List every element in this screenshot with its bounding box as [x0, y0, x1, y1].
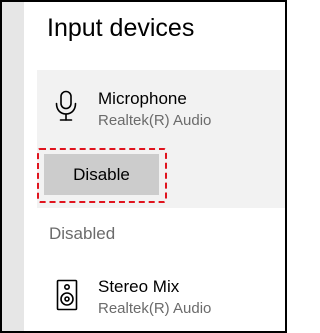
- navigation-strip: [2, 2, 24, 331]
- device-driver: Realtek(R) Audio: [98, 300, 212, 317]
- disable-button[interactable]: Disable: [44, 154, 159, 195]
- device-name: Stereo Mix: [98, 277, 180, 296]
- stereo-mix-device-row[interactable]: Stereo Mix Realtek(R) Audio: [37, 262, 285, 328]
- device-driver: Realtek(R) Audio: [98, 112, 212, 129]
- microphone-device-row[interactable]: Microphone Realtek(R) Audio: [37, 70, 285, 136]
- speaker-icon: [56, 279, 78, 311]
- microphone-icon: [54, 90, 78, 122]
- device-name: Microphone: [98, 89, 187, 108]
- section-title: Input devices: [47, 14, 195, 42]
- settings-window: Input devices Microphone Realtek(R) Audi…: [0, 0, 287, 333]
- disabled-group-label: Disabled: [49, 224, 116, 243]
